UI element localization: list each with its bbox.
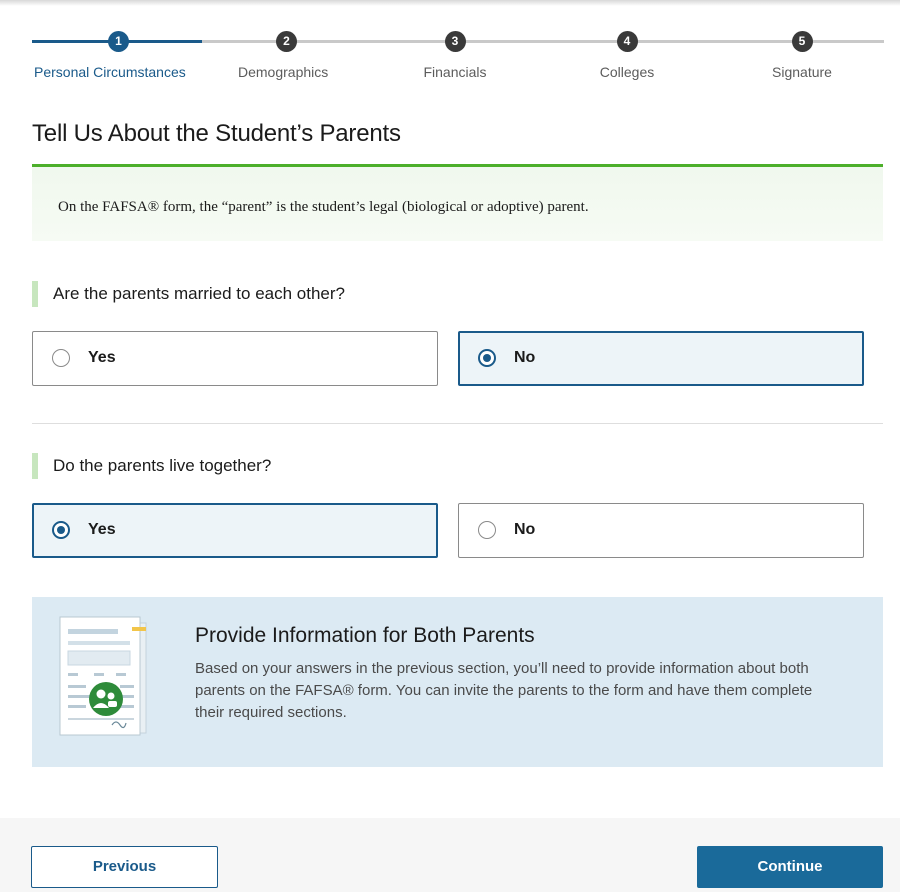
option-label: No bbox=[514, 349, 536, 366]
step-number: 3 bbox=[444, 31, 466, 52]
option-label: Yes bbox=[88, 521, 116, 538]
both-parents-info-box: Provide Information for Both Parents Bas… bbox=[32, 597, 883, 767]
step-label: Signature bbox=[772, 64, 832, 80]
step-signature[interactable]: 5 Signature bbox=[722, 28, 882, 80]
step-financials[interactable]: 3 Financials bbox=[375, 28, 535, 80]
page-title: Tell Us About the Student’s Parents bbox=[32, 120, 401, 147]
step-number: 2 bbox=[276, 31, 297, 52]
step-number: 1 bbox=[108, 31, 129, 52]
live-together-option-no[interactable]: No bbox=[458, 503, 864, 558]
live-together-option-yes[interactable]: Yes bbox=[32, 503, 438, 558]
parents-form-illustration-icon bbox=[59, 616, 147, 736]
previous-button[interactable]: Previous bbox=[31, 846, 218, 888]
step-demographics[interactable]: 2 Demographics bbox=[208, 28, 368, 80]
step-label: Demographics bbox=[238, 64, 329, 80]
question-live-together-label: Do the parents live together? bbox=[32, 453, 271, 479]
section-divider bbox=[32, 423, 883, 424]
question-married-label: Are the parents married to each other? bbox=[32, 281, 345, 307]
option-label: Yes bbox=[88, 349, 116, 366]
radio-selected-icon[interactable] bbox=[52, 521, 70, 539]
step-colleges[interactable]: 4 Colleges bbox=[547, 28, 707, 80]
parent-definition-note: On the FAFSA® form, the “parent” is the … bbox=[32, 167, 883, 241]
info-title: Provide Information for Both Parents bbox=[195, 624, 535, 647]
progress-stepper: 1 Personal Circumstances 2 Demographics … bbox=[32, 28, 884, 88]
step-number: 5 bbox=[791, 31, 813, 52]
info-body: Based on your answers in the previous se… bbox=[195, 660, 813, 721]
step-label: Financials bbox=[423, 64, 487, 80]
option-label: No bbox=[514, 521, 536, 538]
step-label: Colleges bbox=[599, 64, 655, 80]
note-text: On the FAFSA® form, the “parent” is the … bbox=[58, 199, 589, 215]
step-number: 4 bbox=[616, 31, 638, 52]
radio-selected-icon[interactable] bbox=[478, 349, 496, 367]
radio-unselected-icon[interactable] bbox=[478, 521, 496, 539]
married-option-no[interactable]: No bbox=[458, 331, 864, 386]
married-option-yes[interactable]: Yes bbox=[32, 331, 438, 386]
top-shadow bbox=[0, 0, 900, 6]
radio-unselected-icon[interactable] bbox=[52, 349, 70, 367]
step-personal-circumstances[interactable]: 1 Personal Circumstances bbox=[32, 28, 202, 80]
continue-button[interactable]: Continue bbox=[697, 846, 883, 888]
step-label: Personal Circumstances bbox=[34, 64, 186, 80]
